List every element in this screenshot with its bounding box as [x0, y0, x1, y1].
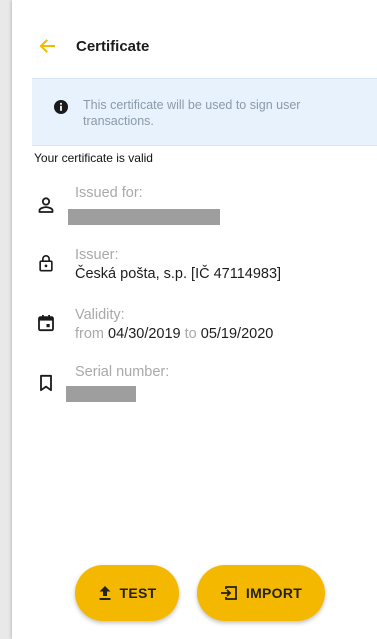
- calendar-icon: [38, 315, 54, 332]
- issued-for-row: Issued for:: [12, 180, 377, 230]
- status-text: Your certificate is valid: [34, 151, 153, 165]
- validity-to-word: to: [184, 326, 197, 342]
- validity-from-date: 04/30/2019: [108, 326, 181, 342]
- import-button[interactable]: IMPORT: [197, 565, 325, 621]
- issued-for-redacted-value: [68, 209, 220, 225]
- validity-to-date: 05/19/2020: [200, 326, 274, 342]
- serial-number-label: Serial number:: [75, 364, 170, 380]
- validity-value: from 04/30/2019 to 05/19/2020: [75, 326, 273, 342]
- issuer-label: Issuer:: [75, 247, 119, 263]
- person-icon: [38, 197, 54, 213]
- serial-number-row: Serial number:: [12, 362, 377, 408]
- upload-icon: [99, 586, 110, 600]
- certificate-screen: Certificate This certificate will be use…: [12, 0, 377, 639]
- info-banner: This certificate will be used to sign us…: [32, 78, 377, 146]
- lock-icon: [39, 255, 53, 272]
- serial-number-redacted-value: [66, 386, 136, 402]
- validity-from-word: from: [75, 326, 104, 342]
- bookmark-icon: [40, 374, 52, 392]
- import-icon: [220, 586, 237, 600]
- arrow-left-icon: [39, 39, 55, 53]
- issued-for-label: Issued for:: [75, 185, 143, 201]
- info-icon: [54, 100, 68, 114]
- issuer-value: Česká pošta, s.p. [IČ 47114983]: [75, 266, 282, 282]
- validity-row: Validity: from 04/30/2019 to 05/19/2020: [12, 304, 377, 350]
- page-title: Certificate: [76, 38, 150, 55]
- app-bar: Certificate: [12, 0, 377, 76]
- back-button[interactable]: [38, 37, 56, 55]
- test-button[interactable]: TEST: [75, 565, 179, 621]
- issuer-row: Issuer: Česká pošta, s.p. [IČ 47114983]: [12, 244, 377, 290]
- validity-label: Validity:: [75, 307, 125, 323]
- import-button-label: IMPORT: [245, 585, 303, 601]
- test-button-label: TEST: [119, 585, 157, 601]
- banner-text: This certificate will be used to sign us…: [83, 98, 301, 128]
